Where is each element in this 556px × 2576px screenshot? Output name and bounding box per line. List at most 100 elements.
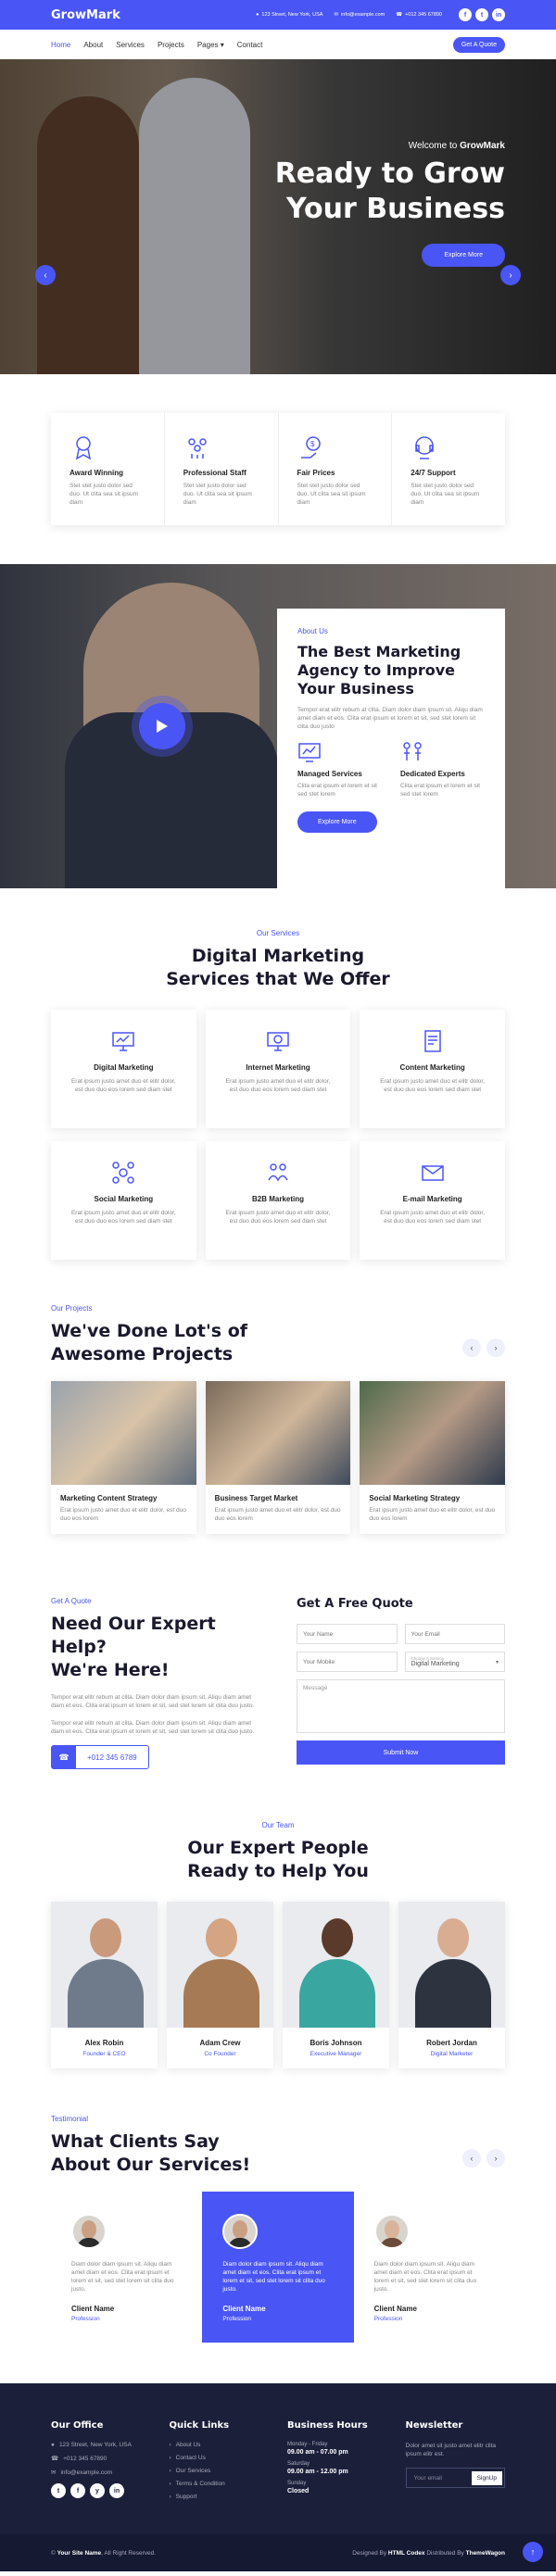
- footer-link[interactable]: Terms & Condition: [176, 2481, 225, 2487]
- services-tag: Our Services: [256, 929, 300, 937]
- email-text: info@example.com: [341, 12, 385, 18]
- nav-contact[interactable]: Contact: [237, 41, 263, 49]
- service-desc: Erat ipsum justo amet duo et elitr dolor…: [70, 1210, 176, 1225]
- about-tag: About Us: [297, 627, 328, 635]
- social-marketing-icon: [112, 1162, 135, 1184]
- service-card[interactable]: B2B Marketing Erat ipsum justo amet duo …: [205, 1141, 351, 1260]
- testimonial-prev-arrow-icon[interactable]: ‹: [462, 2149, 481, 2168]
- project-card[interactable]: Marketing Content Strategy Erat ipsum ju…: [51, 1381, 196, 1534]
- youtube-icon[interactable]: y: [90, 2483, 105, 2498]
- play-video-button[interactable]: [139, 703, 185, 749]
- testimonial-next-arrow-icon[interactable]: ›: [486, 2149, 505, 2168]
- b2b-marketing-icon: [268, 1163, 288, 1182]
- client-role: Profession: [71, 2316, 100, 2322]
- projects-title-line1: We've Done Lot's of: [51, 1321, 248, 1341]
- hero-next-arrow-icon[interactable]: ›: [500, 265, 521, 285]
- service-select[interactable]: Choose A Service Digital Marketing ▾: [404, 1652, 505, 1672]
- email-input[interactable]: [404, 1624, 505, 1644]
- client-role: Profession: [222, 2316, 252, 2322]
- footer-phone: +012 345 67890: [63, 2455, 107, 2462]
- service-desc: Erat ipsum justo amet duo et elitr dolor…: [225, 1078, 331, 1093]
- brand-logo[interactable]: GrowMark: [51, 8, 120, 22]
- service-card[interactable]: Internet Marketing Erat ipsum justo amet…: [205, 1010, 351, 1128]
- linkedin-icon[interactable]: in: [109, 2483, 124, 2498]
- nav-pages[interactable]: Pages ▾: [197, 41, 224, 49]
- team-member-card[interactable]: Adam Crew Co Founder: [167, 1902, 273, 2068]
- service-card[interactable]: Digital Marketing Erat ipsum justo amet …: [51, 1010, 196, 1128]
- projects-next-arrow-icon[interactable]: ›: [486, 1338, 505, 1357]
- service-title: Internet Marketing: [246, 1063, 310, 1072]
- projects-prev-arrow-icon[interactable]: ‹: [462, 1338, 481, 1357]
- team-title-line2: Ready to Help You: [187, 1861, 369, 1881]
- feature-title: Fair Prices: [297, 469, 335, 477]
- designed-prefix: Designed By: [352, 2549, 387, 2557]
- newsletter-form: Your email SignUp: [405, 2468, 505, 2488]
- team-tag: Our Team: [261, 1821, 295, 1829]
- project-card[interactable]: Social Marketing Strategy Erat ipsum jus…: [360, 1381, 506, 1534]
- designer-link[interactable]: HTML Codex: [388, 2550, 425, 2557]
- service-card[interactable]: E-mail Marketing Erat ipsum justo amet d…: [360, 1141, 505, 1260]
- project-card[interactable]: Business Target Market Erat ipsum justo …: [205, 1381, 351, 1534]
- call-button[interactable]: ☎ +012 345 6789: [51, 1745, 149, 1769]
- project-title: Business Target Market: [214, 1494, 298, 1502]
- service-title: B2B Marketing: [251, 1195, 304, 1203]
- service-select-value: Digital Marketing: [411, 1661, 460, 1667]
- nav-about[interactable]: About: [83, 41, 103, 49]
- footer-link[interactable]: Support: [176, 2494, 197, 2500]
- member-photo: [283, 1902, 389, 2028]
- rights-text: , All Right Reserved.: [101, 2549, 157, 2557]
- team-icon: [188, 438, 207, 459]
- team-member-card[interactable]: Boris Johnson Executive Manager: [283, 1902, 389, 2068]
- hours-label: Sunday: [287, 2481, 307, 2486]
- message-textarea[interactable]: Message: [297, 1679, 505, 1733]
- content-marketing-icon: [423, 1030, 441, 1052]
- quote-title-line2: We're Here!: [51, 1660, 170, 1680]
- award-icon: [75, 436, 92, 460]
- member-role: Executive Manager: [310, 2051, 362, 2057]
- feature-desc: Stet stet justo dolor sed duo. Ut clita …: [411, 483, 480, 506]
- signup-button[interactable]: SignUp: [471, 2470, 502, 2485]
- testimonial-title-line1: What Clients Say: [51, 2131, 220, 2152]
- phone-icon: ☎: [52, 1746, 76, 1768]
- service-desc: Erat ipsum justo amet duo et elitr dolor…: [380, 1078, 486, 1093]
- site-name-link[interactable]: Your Site Name: [57, 2550, 102, 2557]
- mobile-input[interactable]: [297, 1652, 398, 1672]
- feature-desc: Stet stet justo dolor sed duo. Ut clita …: [70, 483, 139, 506]
- footer-newsletter: Newsletter Dolor amet sit justo amet eli…: [405, 2420, 505, 2507]
- team-member-card[interactable]: Robert Jordan Digital Marketer: [398, 1902, 505, 2068]
- member-name: Alex Robin: [84, 2039, 124, 2047]
- service-card[interactable]: Social Marketing Erat ipsum justo amet d…: [51, 1141, 196, 1260]
- newsletter-email-input[interactable]: Your email: [409, 2475, 472, 2482]
- project-title: Marketing Content Strategy: [60, 1494, 158, 1502]
- nav-projects[interactable]: Projects: [158, 41, 184, 49]
- about-card: About Us The Best Marketing Agency to Im…: [277, 609, 505, 888]
- phone-text: +012 345 67890: [405, 12, 442, 18]
- feature-desc: Stet stet justo dolor sed duo. Ut clita …: [297, 483, 366, 506]
- testimonial-quote: Diam dolor diam ipsum sit. Aliqu diam am…: [222, 2261, 325, 2293]
- name-input[interactable]: [297, 1624, 398, 1644]
- footer-link[interactable]: About Us: [176, 2442, 201, 2448]
- submit-button[interactable]: Submit Now: [297, 1740, 505, 1765]
- back-to-top-arrow-icon[interactable]: ↑: [523, 2542, 543, 2562]
- facebook-icon[interactable]: f: [459, 8, 472, 21]
- nav-services[interactable]: Services: [116, 41, 145, 49]
- distributor-link[interactable]: ThemeWagon: [466, 2550, 505, 2557]
- service-card[interactable]: Content Marketing Erat ipsum justo amet …: [360, 1010, 505, 1128]
- hero-prev-arrow-icon[interactable]: ‹: [35, 265, 56, 285]
- footer-link[interactable]: Contact Us: [176, 2455, 206, 2461]
- project-desc: Erat ipsum justo amet duo et elitr dolor…: [369, 1507, 496, 1522]
- facebook-icon[interactable]: f: [70, 2483, 85, 2498]
- service-desc: Erat ipsum justo amet duo et elitr dolor…: [70, 1078, 176, 1093]
- nav-home[interactable]: Home: [51, 41, 70, 49]
- hero-title-line2: Your Business: [286, 193, 505, 225]
- project-title: Social Marketing Strategy: [369, 1494, 461, 1502]
- linkedin-icon[interactable]: in: [492, 8, 505, 21]
- footer-link[interactable]: Our Services: [176, 2468, 211, 2474]
- feature-card: Award Winning Stet stet justo dolor sed …: [51, 413, 165, 525]
- get-quote-button[interactable]: Get A Quote: [452, 36, 505, 53]
- team-member-card[interactable]: Alex Robin Founder & CEO: [51, 1902, 158, 2068]
- about-explore-button[interactable]: Explore More: [297, 811, 377, 833]
- hero-explore-button[interactable]: Explore More: [422, 244, 505, 267]
- twitter-icon[interactable]: t: [475, 8, 488, 21]
- twitter-icon[interactable]: t: [51, 2483, 66, 2498]
